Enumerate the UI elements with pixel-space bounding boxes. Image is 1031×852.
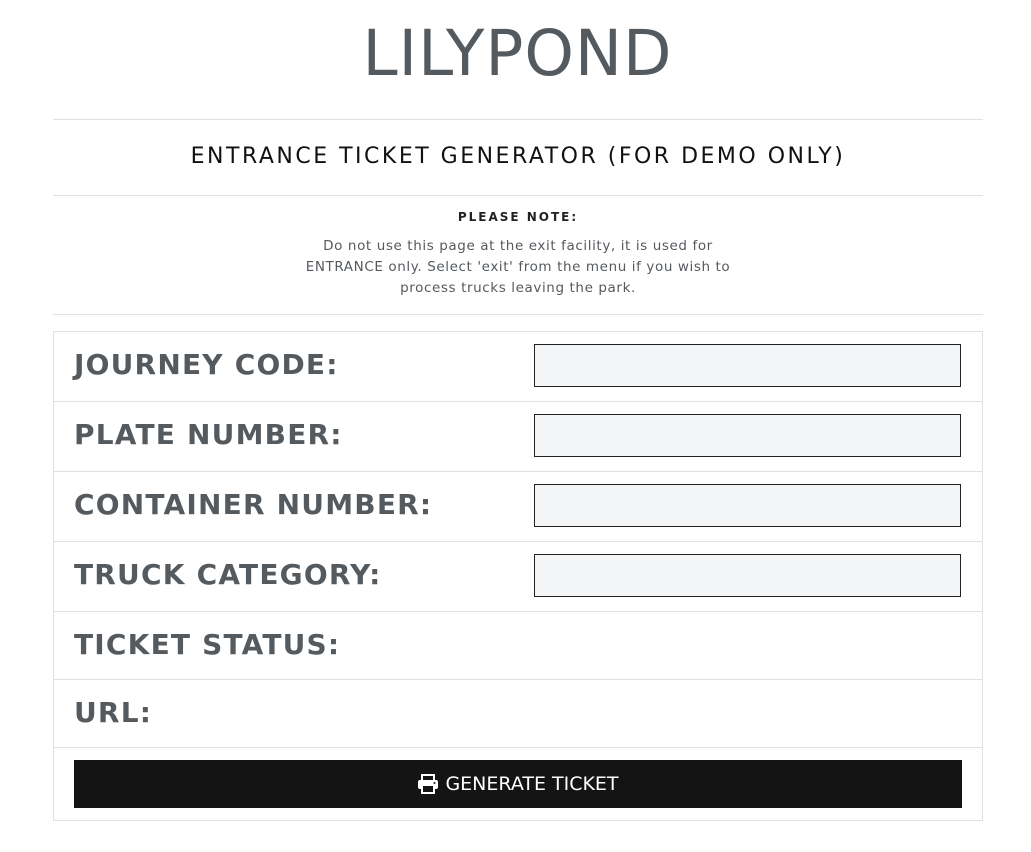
printer-icon bbox=[417, 774, 439, 794]
truck-category-row: TRUCK CATEGORY: bbox=[54, 542, 982, 612]
generate-ticket-button[interactable]: GENERATE TICKET bbox=[74, 760, 962, 808]
note-heading: PLEASE NOTE: bbox=[457, 210, 579, 224]
plate-number-label: PLATE NUMBER: bbox=[74, 418, 343, 451]
plate-number-input[interactable] bbox=[534, 414, 961, 457]
journey-code-label: JOURNEY CODE: bbox=[74, 348, 339, 381]
truck-category-input[interactable] bbox=[534, 554, 961, 597]
plate-number-row: PLATE NUMBER: bbox=[54, 402, 982, 472]
subtitle-divider bbox=[53, 195, 983, 196]
container-number-label: CONTAINER NUMBER: bbox=[74, 488, 433, 521]
container-number-input[interactable] bbox=[534, 484, 961, 527]
header-divider bbox=[53, 119, 983, 120]
ticket-form: JOURNEY CODE: PLATE NUMBER: CONTAINER NU… bbox=[53, 331, 983, 821]
ticket-status-label: TICKET STATUS: bbox=[74, 628, 341, 661]
generate-ticket-label: GENERATE TICKET bbox=[445, 773, 619, 795]
ticket-status-row: TICKET STATUS: bbox=[54, 612, 982, 680]
note-body: Do not use this page at the exit facilit… bbox=[305, 238, 731, 296]
container-number-row: CONTAINER NUMBER: bbox=[54, 472, 982, 542]
truck-category-label: TRUCK CATEGORY: bbox=[74, 558, 382, 591]
note-divider bbox=[53, 314, 983, 315]
url-row: URL: bbox=[54, 680, 982, 748]
brand-title: LILYPOND bbox=[362, 17, 673, 90]
journey-code-row: JOURNEY CODE: bbox=[54, 332, 982, 402]
page-subtitle: ENTRANCE TICKET GENERATOR (FOR DEMO ONLY… bbox=[190, 144, 846, 169]
url-label: URL: bbox=[74, 696, 153, 729]
journey-code-input[interactable] bbox=[534, 344, 961, 387]
